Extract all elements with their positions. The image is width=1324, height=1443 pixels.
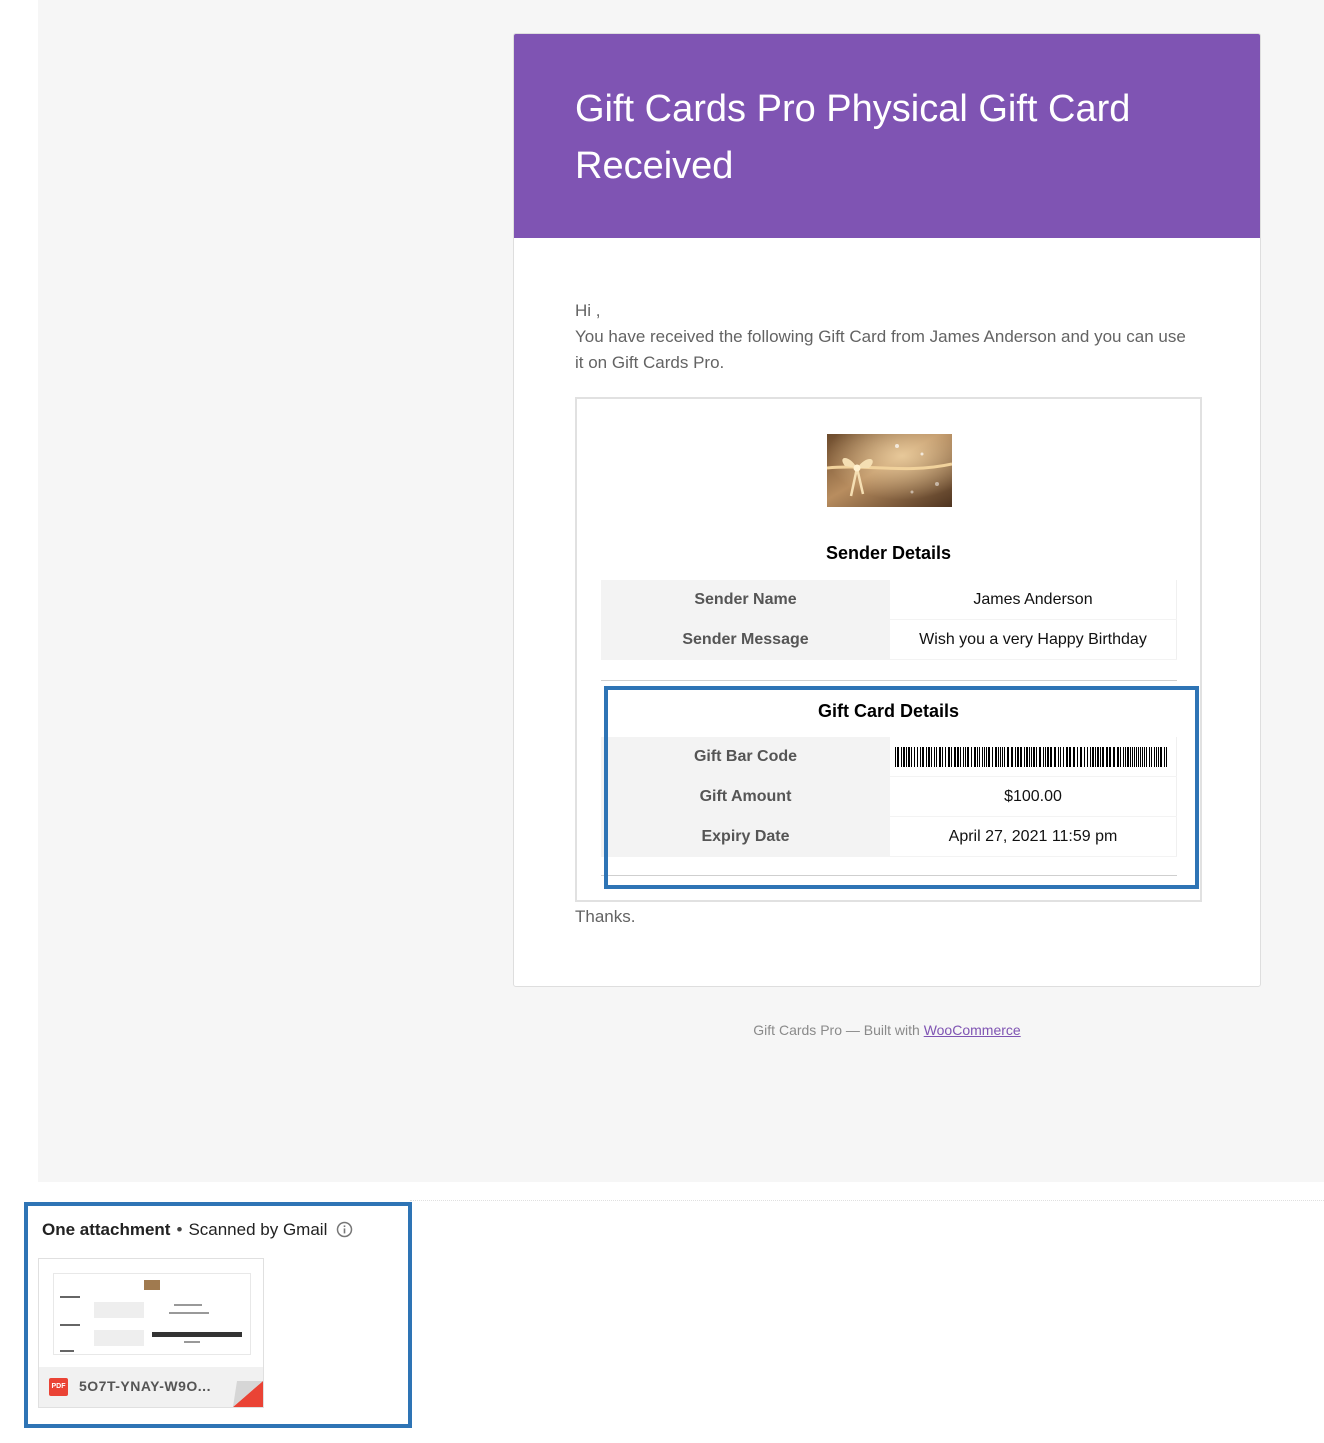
sender-name-value: James Anderson [890, 580, 1177, 620]
sender-message-label: Sender Message [601, 619, 890, 660]
pdf-file-icon: PDF [49, 1378, 68, 1396]
greeting-text: Hi , [575, 301, 601, 320]
divider [410, 1200, 1324, 1201]
scan-status: Scanned by Gmail [188, 1220, 328, 1239]
page-fold-icon [233, 1381, 263, 1407]
sender-name-label: Sender Name [601, 580, 890, 620]
gift-card-image [827, 434, 952, 507]
attachment-thumbnail[interactable]: PDF 5O7T-YNAY-W9O... [38, 1258, 264, 1408]
sender-details-title: Sender Details [825, 543, 952, 563]
woocommerce-link[interactable]: WooCommerce [924, 1022, 1021, 1038]
email-header: Gift Cards Pro Physical Gift Card Receiv… [514, 34, 1260, 238]
sender-details-table: Sender Name James Anderson Sender Messag… [601, 580, 1177, 660]
gift-details-highlight-box [604, 686, 1199, 889]
attachment-count: One attachment [42, 1220, 171, 1239]
info-icon[interactable] [336, 1221, 353, 1238]
table-row: Sender Message Wish you a very Happy Bir… [601, 619, 1177, 660]
thanks-text: Thanks. [575, 907, 636, 926]
email-footer: Gift Cards Pro — Built with WooCommerce [513, 1022, 1261, 1038]
email-title: Gift Cards Pro Physical Gift Card Receiv… [575, 88, 1131, 187]
attachment-footer: PDF 5O7T-YNAY-W9O... [39, 1367, 263, 1407]
table-row: Sender Name James Anderson [601, 580, 1177, 620]
attachment-file-name: 5O7T-YNAY-W9O... [79, 1378, 211, 1394]
footer-text: Gift Cards Pro — Built with [753, 1022, 924, 1038]
divider [601, 680, 1177, 681]
separator-dot: • [176, 1220, 183, 1239]
intro-text: You have received the following Gift Car… [575, 327, 1186, 372]
attachments-header: One attachment • Scanned by Gmail [42, 1220, 353, 1240]
sender-message-value: Wish you a very Happy Birthday [890, 619, 1177, 660]
pdf-preview-image [53, 1273, 251, 1355]
attachments-panel: One attachment • Scanned by Gmail PDF 5O7T… [24, 1202, 412, 1428]
